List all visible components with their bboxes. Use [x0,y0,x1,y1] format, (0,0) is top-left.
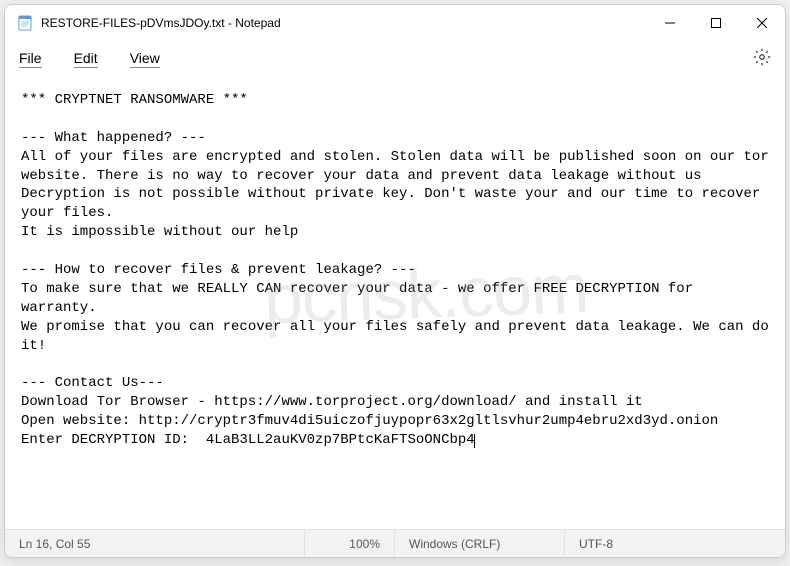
notepad-icon [17,15,33,31]
status-zoom: 100% [305,530,395,557]
maximize-button[interactable] [693,5,739,41]
window-controls [647,5,785,41]
document-text: *** CRYPTNET RANSOMWARE *** --- What hap… [21,92,777,448]
close-button[interactable] [739,5,785,41]
titlebar: RESTORE-FILES-pDVmsJDOy.txt - Notepad [5,5,785,41]
text-caret [474,434,475,448]
text-editor-area[interactable]: *** CRYPTNET RANSOMWARE *** --- What hap… [5,77,785,529]
menubar: File Edit View [5,41,785,77]
close-icon [757,18,767,28]
gear-icon [753,48,771,66]
status-encoding: UTF-8 [565,530,627,557]
window-title: RESTORE-FILES-pDVmsJDOy.txt - Notepad [41,16,647,30]
statusbar: Ln 16, Col 55 100% Windows (CRLF) UTF-8 [5,529,785,557]
minimize-icon [665,18,675,28]
notepad-window: RESTORE-FILES-pDVmsJDOy.txt - Notepad Fi… [4,4,786,558]
status-lineending: Windows (CRLF) [395,530,565,557]
menu-file[interactable]: File [19,50,42,68]
status-position: Ln 16, Col 55 [5,530,305,557]
minimize-button[interactable] [647,5,693,41]
menu-view[interactable]: View [130,50,160,68]
settings-button[interactable] [753,48,771,71]
menu-edit[interactable]: Edit [74,50,98,68]
maximize-icon [711,18,721,28]
